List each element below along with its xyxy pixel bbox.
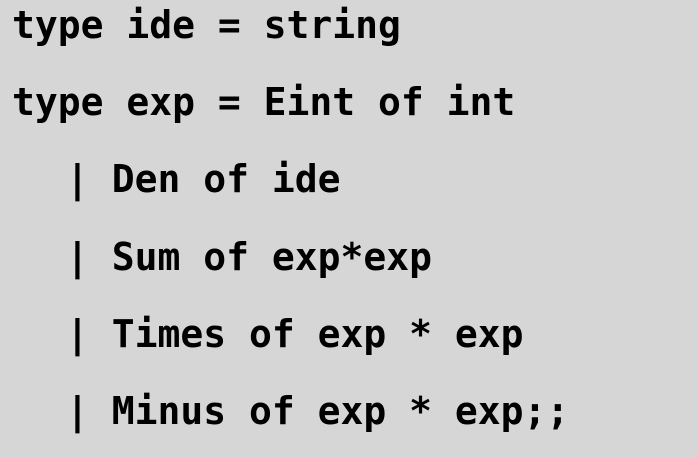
code-line-type-ide: type ide = string (12, 3, 401, 47)
code-line-sum-constructor: | Sum of exp*exp (66, 235, 433, 279)
code-block: type ide = string type exp = Eint of int… (0, 0, 698, 458)
code-line-minus-constructor: | Minus of exp * exp;; (66, 389, 570, 433)
code-line-den-constructor: | Den of ide (66, 157, 341, 201)
code-line-times-constructor: | Times of exp * exp (66, 312, 524, 356)
code-line-type-exp: type exp = Eint of int (12, 80, 516, 124)
